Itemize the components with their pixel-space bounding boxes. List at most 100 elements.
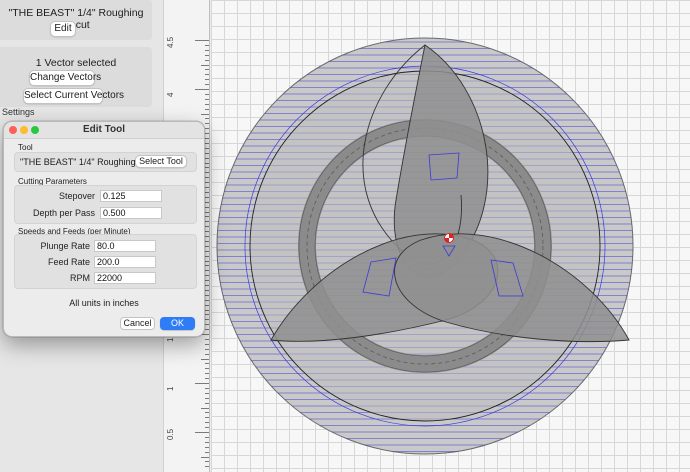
feed-rate-field[interactable]: 200.0 <box>94 256 156 268</box>
ruler-tick <box>205 363 209 365</box>
ruler-tick <box>205 123 209 125</box>
ok-button[interactable]: OK <box>160 317 195 330</box>
ruler-tick <box>205 59 209 61</box>
select-current-vectors-button[interactable]: Select Current Vectors <box>23 88 124 104</box>
ruler-tick <box>205 329 209 331</box>
ruler-tick <box>205 417 209 419</box>
ruler-tick <box>205 196 209 198</box>
ruler-tick <box>205 245 209 247</box>
ruler-tick <box>205 314 209 316</box>
ruler-tick <box>205 250 209 252</box>
ruler-tick <box>205 387 209 389</box>
ruler-tick <box>205 152 209 154</box>
tool-section-label: Tool <box>18 143 33 152</box>
ruler-tick <box>205 304 209 306</box>
ruler-tick <box>205 294 209 296</box>
rpm-label: RPM <box>70 273 90 283</box>
plunge-rate-label: Plunge Rate <box>40 241 90 251</box>
tool-name: "THE BEAST" 1/4" Roughing Upcut <box>8 7 144 31</box>
ruler-tick <box>205 368 209 370</box>
ruler-tick <box>205 128 209 130</box>
vector-selection-section: 1 Vector selected Change Vectors Select … <box>0 47 152 107</box>
ruler-tick <box>205 427 209 429</box>
feed-rate-label: Feed Rate <box>47 257 90 267</box>
ruler-tick <box>205 133 209 135</box>
ruler-tick <box>205 103 209 105</box>
ruler-tick <box>205 69 209 71</box>
ruler-tick <box>205 74 209 76</box>
ruler-tick <box>205 231 209 233</box>
ruler-tick <box>205 118 209 120</box>
dialog-titlebar[interactable]: Edit Tool <box>4 122 204 139</box>
ruler-tick <box>195 89 209 90</box>
ruler-tick <box>205 397 209 399</box>
depth-per-pass-label: Depth per Pass <box>32 208 95 218</box>
ruler-tick <box>205 299 209 301</box>
ruler-tick <box>205 436 209 438</box>
speeds-feeds-group: Plunge Rate 80.0 Feed Rate 200.0 RPM 220… <box>14 234 197 289</box>
ruler-tick <box>205 201 209 203</box>
cutting-parameters-group: Stepover 0.125 Depth per Pass 0.500 <box>14 185 197 224</box>
ruler-tick <box>205 338 209 340</box>
ruler-tick <box>205 466 209 468</box>
ruler-label: 0.5 <box>166 428 175 440</box>
cancel-button[interactable]: Cancel <box>120 317 155 330</box>
ruler-tick <box>205 275 209 277</box>
ruler-tick <box>201 456 209 458</box>
rpm-field[interactable]: 22000 <box>94 272 156 284</box>
ruler-tick <box>205 191 209 193</box>
stepover-field[interactable]: 0.125 <box>100 190 162 202</box>
ruler-tick <box>205 147 209 149</box>
depth-per-pass-field[interactable]: 0.500 <box>100 207 162 219</box>
ruler-tick <box>205 373 209 375</box>
ruler-tick <box>205 240 209 242</box>
ruler-tick <box>205 319 209 321</box>
ruler-tick <box>205 206 209 208</box>
ruler-tick <box>205 412 209 414</box>
edit-tool-dialog: Edit Tool Tool "THE BEAST" 1/4" Roughing… <box>3 121 205 337</box>
units-note: All units in inches <box>69 298 139 308</box>
ruler-tick <box>205 142 209 144</box>
tool-section: "THE BEAST" 1/4" Roughing Upcut Edit <box>0 0 152 40</box>
ruler-tick <box>205 167 209 169</box>
ruler-label: 1 <box>166 386 175 391</box>
origin-marker-icon <box>444 233 454 243</box>
ruler-tick <box>205 157 209 159</box>
edit-tool-button[interactable]: Edit <box>50 21 76 37</box>
ruler-tick <box>205 265 209 267</box>
ruler-tick <box>205 461 209 463</box>
tool-group: "THE BEAST" 1/4" Roughing Upcut Select T… <box>14 152 197 172</box>
ruler-tick <box>205 289 209 291</box>
ruler-tick <box>205 353 209 355</box>
change-vectors-button[interactable]: Change Vectors <box>29 70 101 86</box>
ruler-tick <box>205 216 209 218</box>
ruler-tick <box>205 54 209 56</box>
ruler-tick <box>205 177 209 179</box>
selection-status: 1 Vector selected <box>35 57 117 69</box>
design-drawing <box>216 37 634 455</box>
plunge-rate-field[interactable]: 80.0 <box>94 240 156 252</box>
ruler-tick <box>205 98 209 100</box>
ruler-tick <box>201 64 209 66</box>
ruler-tick <box>205 343 209 345</box>
ruler-tick <box>195 432 209 433</box>
ruler-tick <box>205 108 209 110</box>
ruler-tick <box>195 383 209 384</box>
ruler-tick <box>205 182 209 184</box>
ruler-tick <box>205 392 209 394</box>
ruler-tick <box>201 113 209 115</box>
ruler-tick <box>205 255 209 257</box>
ruler-tick <box>205 84 209 86</box>
select-tool-button[interactable]: Select Tool <box>135 155 187 168</box>
ruler-tick <box>205 402 209 404</box>
ruler-tick <box>205 270 209 272</box>
ruler-tick <box>205 441 209 443</box>
ruler-tick <box>205 49 209 51</box>
design-canvas[interactable] <box>211 0 690 472</box>
ruler-tick <box>205 172 209 174</box>
settings-label: Settings <box>2 107 35 117</box>
ruler-tick <box>205 348 209 350</box>
ruler-tick <box>205 446 209 448</box>
stepover-label: Stepover <box>58 191 95 201</box>
ruler-tick <box>205 44 209 46</box>
